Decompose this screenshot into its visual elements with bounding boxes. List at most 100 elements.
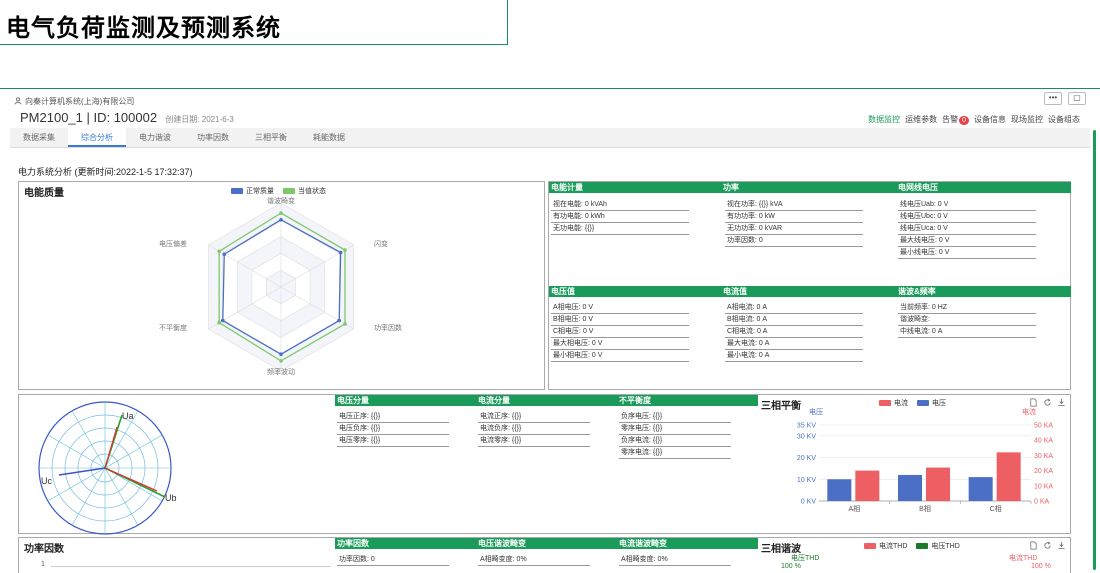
company-label: 向秦计算机系统(上海)有限公司	[14, 96, 134, 107]
legend-swatch-i-thd	[864, 543, 876, 549]
radar-point	[221, 318, 225, 323]
nav-alarm[interactable]: 告警 0	[942, 114, 969, 125]
current-item: A相电流: 0 A	[725, 302, 863, 314]
radar-axis-label: 功率因数	[374, 323, 402, 332]
pf-item: 功率因数: 0	[337, 554, 449, 566]
nav-config[interactable]: 设备组态	[1048, 114, 1080, 125]
current-item: B相电流: 0 A	[725, 314, 863, 326]
left-tick-label: 35 KV	[797, 423, 816, 430]
divider	[0, 88, 1100, 89]
energy-head: 电能计量	[549, 182, 721, 193]
radar-point	[337, 318, 341, 323]
voltage-item: B相电压: 0 V	[551, 314, 689, 326]
radar-point	[343, 322, 347, 326]
document-icon[interactable]	[1029, 398, 1038, 407]
nav-monitor[interactable]: 数据监控	[868, 114, 900, 125]
i-thd-item: A相畸变度: 0%	[619, 554, 731, 566]
right-tick-label: 30 KA	[1034, 453, 1053, 460]
pf-head: 功率因数	[335, 538, 476, 549]
left-tick-label: 10 KV	[797, 477, 816, 484]
legend-i-thd: 电流THD	[879, 543, 908, 550]
radar-point	[279, 218, 283, 222]
slide-title: 电气负荷监测及预测系统	[6, 14, 281, 42]
tab-data-collect[interactable]: 数据采集	[10, 128, 68, 147]
right-tick-label: 20 KA	[1034, 468, 1053, 475]
current-head: 电流值	[721, 286, 896, 297]
harmonic-freq-head: 谐波&频率	[896, 286, 1071, 297]
i-thd-axis-unit: 电流THD	[1009, 555, 1038, 562]
download-icon[interactable]	[1057, 541, 1066, 550]
nav-info[interactable]: 设备信息	[974, 114, 1006, 125]
device-name: PM2100_1 | ID: 100002	[20, 110, 158, 125]
phasor-label-uc: Uc	[41, 476, 52, 486]
refresh-icon[interactable]	[1043, 541, 1052, 550]
nav-alarm-label: 告警	[942, 115, 959, 124]
radar-point	[217, 249, 221, 254]
window-buttons: ••• ▢	[1044, 92, 1086, 105]
tab-three-phase[interactable]: 三相平衡	[242, 128, 300, 147]
nav-params[interactable]: 运维参数	[905, 114, 937, 125]
legend-swatch-current	[879, 400, 891, 406]
phasor-diagram: Ua Uc Ub	[38, 401, 177, 535]
volt-comp-item: 电压正序: {{}}	[337, 411, 449, 423]
document-icon[interactable]	[1029, 541, 1038, 550]
energy-item: 有功电能: 0 kWh	[551, 211, 689, 223]
radar-axis-label: 谐波畸变	[267, 196, 295, 205]
current-bar	[926, 467, 950, 501]
power-item: 有功功率: 0 kW	[725, 211, 863, 223]
metering-panel: 电能计量 功率 电网线电压 视在电能: 0 kVAh 有功电能: 0 kWh 无…	[548, 181, 1071, 390]
pf-axis-label: 1	[41, 561, 45, 568]
unbalance-head: 不平衡度	[617, 395, 758, 406]
tab-power-factor[interactable]: 功率因数	[184, 128, 242, 147]
line-voltage-item: 最小线电压: 0 V	[898, 247, 1036, 259]
right-axis-unit: 电流	[1022, 407, 1036, 416]
power-quality-panel: 电能质量 正常质量 当值状态 谐波畸变 闪变 功率因数 频率波动 不平衡度 电压…	[18, 181, 545, 390]
user-icon	[14, 97, 22, 105]
pf-title: 功率因数	[24, 544, 64, 555]
phasor-panel: Ua Uc Ub 电压分量 电流分量 不平衡度 电压正序: {{}} 电压负序:…	[18, 394, 1071, 535]
window-button[interactable]: ▢	[1068, 92, 1086, 105]
power-factor-panel: 功率因数 1 功率因数 电压谐波畸变 电流谐波畸变 功率因数: 0 A相畸变度:…	[18, 537, 1071, 573]
more-button[interactable]: •••	[1044, 92, 1062, 105]
device-row: PM2100_1 | ID: 100002 创建日期: 2021-6-3	[20, 110, 234, 125]
right-tick-label: 10 KA	[1034, 483, 1053, 490]
current-bar	[996, 452, 1021, 501]
tab-energy[interactable]: 耗能数据	[300, 128, 358, 147]
legend-swatch-v-thd	[916, 543, 929, 549]
radar-point	[279, 211, 283, 215]
line-voltage-item: 线电压Uca: 0 V	[898, 223, 1036, 235]
phasor-label-ub: Ub	[165, 493, 177, 503]
radar-point	[338, 250, 343, 255]
three-phase-chart: 电压 电流 0 KV 10 KV 20 KV 30 KV 35 KV 0 KA 10 KA 2…	[797, 407, 1053, 513]
harmonic-freq-item: 中线电流: 0 A	[898, 326, 1036, 338]
voltage-bar	[827, 479, 852, 501]
category-label: A相	[848, 504, 860, 513]
harmonic-freq-item: 当前频率: 0 HZ	[898, 302, 1036, 314]
v-thd-axis-unit: 电压THD	[791, 555, 820, 562]
curr-comp-item: 电流正序: {{}}	[478, 411, 590, 423]
left-tick-label: 0 KV	[801, 499, 817, 506]
power-item: 视在功率: {{}} kVA	[725, 199, 863, 211]
download-icon[interactable]	[1057, 398, 1066, 407]
pf-gridline	[51, 566, 331, 567]
unbalance-item: 零序电压: {{}}	[619, 423, 731, 435]
tab-bar: 数据采集 综合分析 电力谐波 功率因数 三相平衡 耗能数据	[10, 128, 1090, 148]
volt-comp-head: 电压分量	[335, 395, 476, 406]
curr-comp-head: 电流分量	[476, 395, 617, 406]
power-head: 功率	[721, 182, 896, 193]
voltage-bar	[898, 474, 922, 501]
tab-harmonic[interactable]: 电力谐波	[126, 128, 184, 147]
radar-point	[217, 320, 221, 325]
nav-site[interactable]: 现场监控	[1011, 114, 1043, 125]
voltage-item: C相电压: 0 V	[551, 326, 689, 338]
left-tick-label: 30 KV	[797, 433, 816, 440]
tab-analysis[interactable]: 综合分析	[68, 128, 126, 147]
harmonic-freq-item: 谐波畸变:	[898, 314, 1036, 326]
radar-axis-label: 频率波动	[267, 367, 295, 376]
left-tick-label: 20 KV	[797, 455, 816, 462]
left-axis-unit: 电压	[809, 407, 823, 416]
analysis-title: 电力系统分析 (更新时间:2022-1-5 17:32:37)	[18, 167, 193, 177]
scrollbar[interactable]	[1093, 130, 1096, 570]
current-item: C相电流: 0 A	[725, 326, 863, 338]
refresh-icon[interactable]	[1043, 398, 1052, 407]
